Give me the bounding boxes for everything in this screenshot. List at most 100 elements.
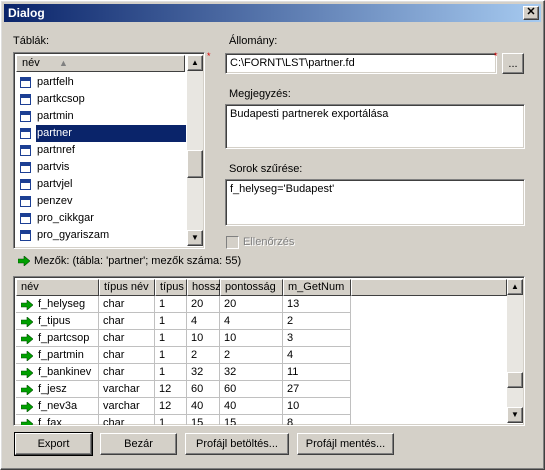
fields-grid-cell[interactable]: 4 — [187, 313, 220, 330]
fields-grid-cell[interactable]: 12 — [155, 381, 187, 398]
fields-grid-cell[interactable]: 2 — [187, 347, 220, 364]
fields-grid-cell[interactable]: 1 — [155, 364, 187, 381]
table-list-item[interactable]: partkcsop — [16, 91, 186, 108]
fields-grid-cell[interactable]: 10 — [283, 398, 351, 415]
tables-column-name: név — [22, 57, 40, 69]
fields-grid-cell[interactable]: 32 — [220, 364, 283, 381]
fields-grid-cell[interactable]: f_tipus — [16, 313, 99, 330]
table-list-item[interactable]: pro_cikkgar — [16, 210, 186, 227]
fields-column-header[interactable]: m_GetNum — [283, 279, 351, 296]
fields-header-filler — [351, 279, 507, 296]
table-icon — [20, 128, 31, 139]
fields-cell-value: char — [103, 332, 125, 344]
fields-cell-value: 40 — [224, 400, 237, 412]
fields-cell-value: 1 — [159, 315, 166, 327]
fields-grid-cell[interactable]: f_fax — [16, 415, 99, 425]
fields-grid-cell[interactable]: 1 — [155, 415, 187, 425]
fields-grid-cell[interactable]: 12 — [155, 398, 187, 415]
fields-grid-cell[interactable]: f_nev3a — [16, 398, 99, 415]
tables-column-header[interactable]: név ▲ — [16, 55, 185, 72]
fields-grid-cell[interactable]: 27 — [283, 381, 351, 398]
scroll-up-icon[interactable]: ▲ — [187, 55, 203, 71]
fields-grid-cell[interactable]: 40 — [220, 398, 283, 415]
fields-grid-cell[interactable]: 8 — [283, 415, 351, 425]
fields-grid-cell[interactable]: varchar — [99, 381, 155, 398]
table-list-item[interactable]: penzev — [16, 193, 186, 210]
fields-grid-cell[interactable]: 3 — [283, 330, 351, 347]
scroll-down-icon[interactable]: ▼ — [187, 230, 203, 246]
fields-cell-value: 13 — [287, 298, 300, 310]
browse-file-button[interactable]: ... — [502, 53, 524, 74]
fields-cell-value: char — [103, 315, 125, 327]
green-arrow-icon — [21, 317, 33, 327]
fields-grid[interactable]: ▲ ▼ név típus név típus hossz pontosság m_Get… — [13, 276, 525, 426]
fields-grid-cell[interactable]: f_partcsop — [16, 330, 99, 347]
table-list-item[interactable]: partmin — [16, 108, 186, 125]
load-profile-button[interactable]: Profájl betöltés... — [185, 433, 289, 455]
note-field[interactable]: Budapesti partnerek exportálása — [225, 104, 525, 149]
fields-grid-cell[interactable]: 4 — [220, 313, 283, 330]
fields-grid-cell[interactable]: f_jesz — [16, 381, 99, 398]
fields-grid-cell[interactable]: 20 — [220, 296, 283, 313]
fields-grid-cell[interactable]: 2 — [220, 347, 283, 364]
table-list-item[interactable]: partfelh — [16, 74, 186, 91]
table-list-item[interactable]: partnref — [16, 142, 186, 159]
fields-column-header[interactable]: név — [16, 279, 99, 296]
fields-column-header[interactable]: típus név — [99, 279, 155, 296]
fields-grid-cell[interactable]: 40 — [187, 398, 220, 415]
fields-grid-cell[interactable]: 2 — [283, 313, 351, 330]
dialog-window: Dialog ✕ Táblák: név ▲ ▲ ▼ partfelh partk… — [0, 0, 545, 470]
fields-column-header[interactable]: hossz — [187, 279, 221, 296]
fields-grid-cell[interactable]: char — [99, 415, 155, 425]
fields-grid-cell[interactable]: 13 — [283, 296, 351, 313]
fields-grid-cell[interactable]: char — [99, 330, 155, 347]
fields-grid-cell[interactable]: 1 — [155, 330, 187, 347]
check-label: Ellenőrzés — [243, 236, 295, 248]
fields-grid-cell[interactable]: 4 — [283, 347, 351, 364]
save-profile-button[interactable]: Profájl mentés... — [297, 433, 394, 455]
scroll-down-icon[interactable]: ▼ — [507, 407, 523, 423]
fields-grid-cell[interactable]: 32 — [187, 364, 220, 381]
fields-grid-cell[interactable]: f_helyseg — [16, 296, 99, 313]
fields-grid-cell[interactable]: 15 — [187, 415, 220, 425]
close-button[interactable]: Bezár — [100, 433, 177, 455]
fields-grid-cell[interactable]: 60 — [187, 381, 220, 398]
fields-cell-value: 12 — [159, 400, 172, 412]
fields-grid-cell[interactable]: 1 — [155, 313, 187, 330]
table-list-item[interactable]: partvis — [16, 159, 186, 176]
fields-grid-cell[interactable]: varchar — [99, 398, 155, 415]
fields-column-header[interactable]: típus — [155, 279, 187, 296]
fields-grid-cell[interactable]: 1 — [155, 347, 187, 364]
fields-grid-cell[interactable]: 11 — [283, 364, 351, 381]
filter-field[interactable]: f_helyseg='Budapest' — [225, 179, 525, 226]
browse-label: ... — [508, 58, 518, 70]
fields-column-header[interactable]: pontosság — [220, 279, 283, 296]
fields-grid-cell[interactable]: char — [99, 296, 155, 313]
green-arrow-icon — [21, 419, 33, 425]
fields-grid-cell[interactable]: 60 — [220, 381, 283, 398]
tables-scroll-thumb[interactable] — [187, 150, 203, 178]
fields-grid-cell[interactable]: f_bankinev — [16, 364, 99, 381]
fields-grid-cell[interactable]: 10 — [187, 330, 220, 347]
fields-grid-cell[interactable]: 1 — [155, 296, 187, 313]
table-list-item[interactable]: partvjel — [16, 176, 186, 193]
fields-scroll-thumb[interactable] — [507, 372, 523, 388]
fields-grid-cell[interactable]: f_partmin — [16, 347, 99, 364]
fields-grid-cell[interactable]: 15 — [220, 415, 283, 425]
check-checkbox[interactable] — [226, 236, 239, 249]
tables-list[interactable]: név ▲ ▲ ▼ partfelh partkcsop partmin partne… — [13, 52, 205, 249]
table-list-item[interactable]: pro_gyariszam — [16, 227, 186, 244]
tables-scrollbar[interactable]: ▲ ▼ — [187, 55, 203, 246]
scroll-up-icon[interactable]: ▲ — [507, 279, 523, 295]
close-window-button[interactable]: ✕ — [523, 6, 539, 20]
fields-scrollbar[interactable]: ▲ ▼ — [507, 279, 523, 423]
fields-grid-cell[interactable]: 10 — [220, 330, 283, 347]
fields-grid-cell[interactable]: char — [99, 313, 155, 330]
fields-grid-cell[interactable]: char — [99, 347, 155, 364]
fields-grid-cell[interactable]: 20 — [187, 296, 220, 313]
fields-grid-cell[interactable]: char — [99, 364, 155, 381]
green-arrow-icon — [21, 300, 33, 310]
export-button[interactable]: Export — [14, 432, 93, 456]
file-path-field[interactable]: C:\FORNT\LST\partner.fd — [225, 53, 497, 74]
table-list-item[interactable]: partner — [16, 124, 187, 143]
